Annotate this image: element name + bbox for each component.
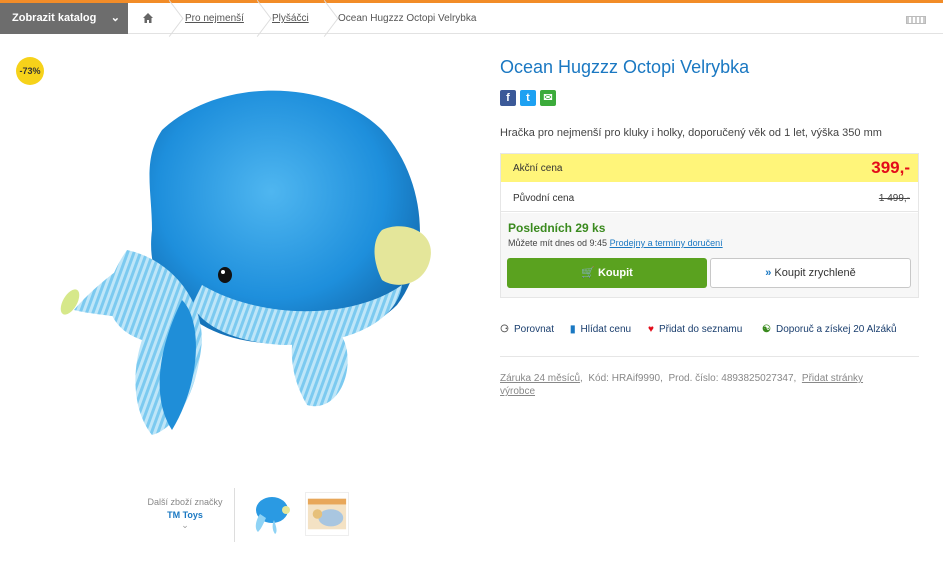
heart-icon: ♥ <box>648 324 654 335</box>
recommend-label: Doporuč a získej 20 Alzáků <box>775 324 897 335</box>
compare-label: Porovnat <box>513 324 554 335</box>
breadcrumb-separator <box>313 3 329 34</box>
compare-icon: ⚆ <box>500 324 509 335</box>
original-price-row: Původní cena 1 499,- <box>501 184 918 212</box>
compare-action[interactable]: ⚆ Porovnat <box>500 322 554 338</box>
breadcrumb-item-pro-nejmensi[interactable]: Pro nejmenší <box>185 3 244 34</box>
product-title: Ocean Hugzzz Octopi Velrybka <box>500 57 750 77</box>
chart-icon: ▮ <box>570 324 576 335</box>
buy-button-label: Koupit <box>597 267 633 279</box>
thumbnail-product-image[interactable] <box>248 492 292 536</box>
product-image[interactable] <box>52 70 452 450</box>
brand-link[interactable]: Další zboží značky TM Toys ⌄ <box>140 497 230 531</box>
brand-label: Další zboží značky <box>147 497 223 507</box>
top-bar: Zobrazit katalog ⌄ Pro nejmenší Plyšáčci… <box>0 3 943 34</box>
language-flag-icon[interactable] <box>906 16 926 24</box>
product-number: Prod. číslo: 4893825027347, <box>668 373 797 384</box>
original-price-value: 1 499,- <box>878 193 910 204</box>
thumbnail-divider <box>234 488 235 542</box>
breadcrumb-separator <box>246 3 262 34</box>
basket-icon: 🛒 <box>581 267 595 279</box>
pickup-text: Můžete mít dnes od 9:45 <box>508 238 608 248</box>
email-share-icon[interactable]: ✉ <box>540 90 556 106</box>
breadcrumb-item-plysacci[interactable]: Plyšáčci <box>272 3 309 34</box>
divider <box>500 356 919 357</box>
recommend-icon: ☯ <box>762 324 771 335</box>
delivery-info: Můžete mít dnes od 9:45 Prodejny a termí… <box>508 238 723 248</box>
brand-name[interactable]: TM Toys <box>140 510 230 520</box>
sale-price-row: Akční cena 399,- <box>501 154 918 182</box>
availability-area: Posledních 29 ks Můžete mít dnes od 9:45… <box>501 213 918 297</box>
discount-badge: -73% <box>16 57 44 85</box>
stock-status: Posledních 29 ks <box>508 221 606 235</box>
watch-price-action[interactable]: ▮ Hlídat cenu <box>570 322 631 338</box>
product-info: Záruka 24 měsíců, Kód: HRAif9990, Prod. … <box>500 373 864 397</box>
chevron-down-icon: ⌄ <box>110 12 120 24</box>
buy-fast-button[interactable]: » Koupit zrychleně <box>710 258 911 288</box>
original-price-label: Původní cena <box>513 193 575 204</box>
breadcrumb-separator <box>158 3 174 34</box>
catalog-label: Zobrazit katalog <box>12 12 97 24</box>
facebook-share-icon[interactable]: f <box>500 90 516 106</box>
add-list-label: Přidat do seznamu <box>658 324 743 335</box>
recommend-action[interactable]: ☯ Doporuč a získej 20 Alzáků <box>762 322 897 338</box>
add-to-list-action[interactable]: ♥ Přidat do seznamu <box>648 322 742 338</box>
breadcrumb-current: Ocean Hugzzz Octopi Velrybka <box>338 13 477 24</box>
product-code: Kód: HRAif9990, <box>588 373 663 384</box>
warranty-link[interactable]: Záruka 24 měsíců <box>500 373 580 384</box>
price-box: Akční cena 399,- Původní cena 1 499,- Po… <box>500 153 919 298</box>
buy-button[interactable]: 🛒 Koupit <box>507 258 707 288</box>
home-icon[interactable] <box>143 13 153 23</box>
twitter-share-icon[interactable]: t <box>520 90 536 106</box>
thumbnail-package-image[interactable] <box>305 492 349 536</box>
sale-price-label: Akční cena <box>513 163 563 174</box>
show-catalog-button[interactable]: Zobrazit katalog ⌄ <box>0 3 128 34</box>
double-arrow-icon: » <box>765 267 772 279</box>
chevron-down-icon: ⌄ <box>181 520 189 530</box>
watch-price-label: Hlídat cenu <box>580 324 632 335</box>
product-description: Hračka pro nejmenší pro kluky i holky, d… <box>500 127 882 139</box>
sale-price-value: 399,- <box>871 158 910 177</box>
stores-delivery-link[interactable]: Prodejny a termíny doručení <box>610 238 723 248</box>
buy-fast-label: Koupit zrychleně <box>774 267 856 279</box>
